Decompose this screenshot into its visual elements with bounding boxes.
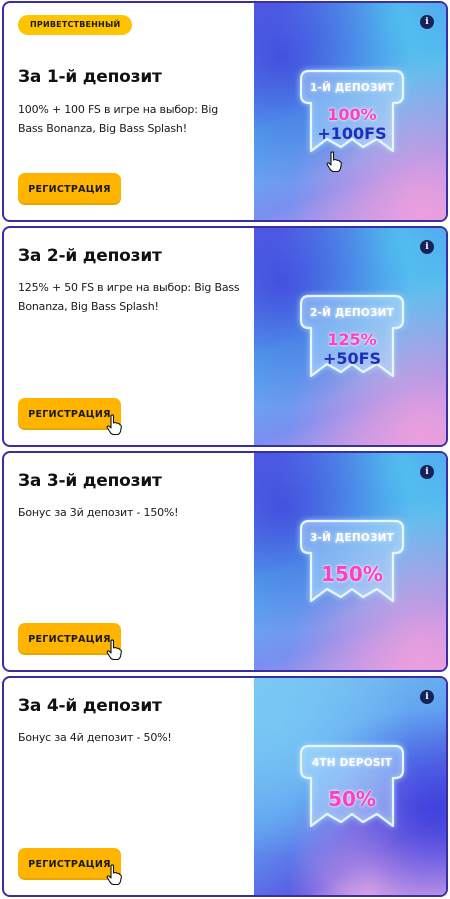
promo-label: 1-Й ДЕПОЗИТ [310, 82, 394, 94]
promo-label: 2-Й ДЕПОЗИТ [310, 307, 394, 319]
card-description: Бонус за 3й депозит - 150%! [18, 506, 179, 519]
promo-label: 4TH DEPOSIT [311, 757, 393, 769]
promo-badge: 2-Й ДЕПОЗИТ 125% +50FS [291, 290, 413, 390]
info-icon[interactable]: i [420, 690, 434, 704]
deposit-card-4: За 4-й депозит Бонус за 4й депозит - 50%… [2, 676, 448, 897]
promo-percent: 125% [327, 330, 377, 349]
register-button[interactable]: РЕГИСТРАЦИЯ [18, 173, 121, 205]
card-content: За 3-й депозит Бонус за 3й депозит - 150… [4, 453, 254, 670]
info-icon[interactable]: i [420, 465, 434, 479]
welcome-badge: ПРИВЕТСТВЕННЫЙ [18, 15, 133, 35]
deposit-card-3: За 3-й депозит Бонус за 3й депозит - 150… [2, 451, 448, 672]
hand-cursor-icon [106, 414, 122, 436]
card-title: За 3-й депозит [18, 471, 162, 491]
promo-badge: 1-Й ДЕПОЗИТ 100% +100FS [291, 65, 413, 165]
promo-banner: i 3-Й ДЕПОЗИТ 150% [254, 453, 446, 670]
card-title: За 4-й депозит [18, 696, 162, 716]
deposit-card-1: ПРИВЕТСТВЕННЫЙ За 1-й депозит 100% + 100… [2, 1, 448, 222]
promo-freespins: +100FS [317, 124, 387, 143]
promo-badge: 3-Й ДЕПОЗИТ 150% [291, 515, 413, 615]
deposit-card-2: За 2-й депозит 125% + 50 FS в игре на вы… [2, 226, 448, 447]
hand-cursor-icon [106, 639, 122, 661]
promo-banner: i 2-Й ДЕПОЗИТ 125% +50FS [254, 228, 446, 445]
promo-badge: 4TH DEPOSIT 50% [291, 740, 413, 840]
card-description: Бонус за 4й депозит - 50%! [18, 731, 172, 744]
card-content: ПРИВЕТСТВЕННЫЙ За 1-й депозит 100% + 100… [4, 3, 254, 220]
info-icon[interactable]: i [420, 15, 434, 29]
hand-cursor-icon [326, 151, 342, 173]
hand-cursor-icon [106, 864, 122, 886]
promo-banner: i 4TH DEPOSIT 50% [254, 678, 446, 895]
promo-percent: 150% [321, 562, 383, 586]
info-icon[interactable]: i [420, 240, 434, 254]
deposit-bonus-list: ПРИВЕТСТВЕННЫЙ За 1-й депозит 100% + 100… [0, 0, 450, 899]
promo-freespins: +50FS [322, 349, 382, 368]
card-content: За 4-й депозит Бонус за 4й депозит - 50%… [4, 678, 254, 895]
card-title: За 1-й депозит [18, 67, 162, 87]
card-title: За 2-й депозит [18, 246, 162, 266]
card-description: 100% + 100 FS в игре на выбор: Big Bass … [18, 103, 218, 135]
card-content: За 2-й депозит 125% + 50 FS в игре на вы… [4, 228, 254, 445]
promo-banner: i 1-Й ДЕПОЗИТ 100% +100FS [254, 3, 446, 220]
promo-percent: 50% [328, 787, 376, 811]
promo-label: 3-Й ДЕПОЗИТ [310, 532, 394, 544]
promo-percent: 100% [327, 105, 377, 124]
card-description: 125% + 50 FS в игре на выбор: Big Bass B… [18, 281, 240, 313]
